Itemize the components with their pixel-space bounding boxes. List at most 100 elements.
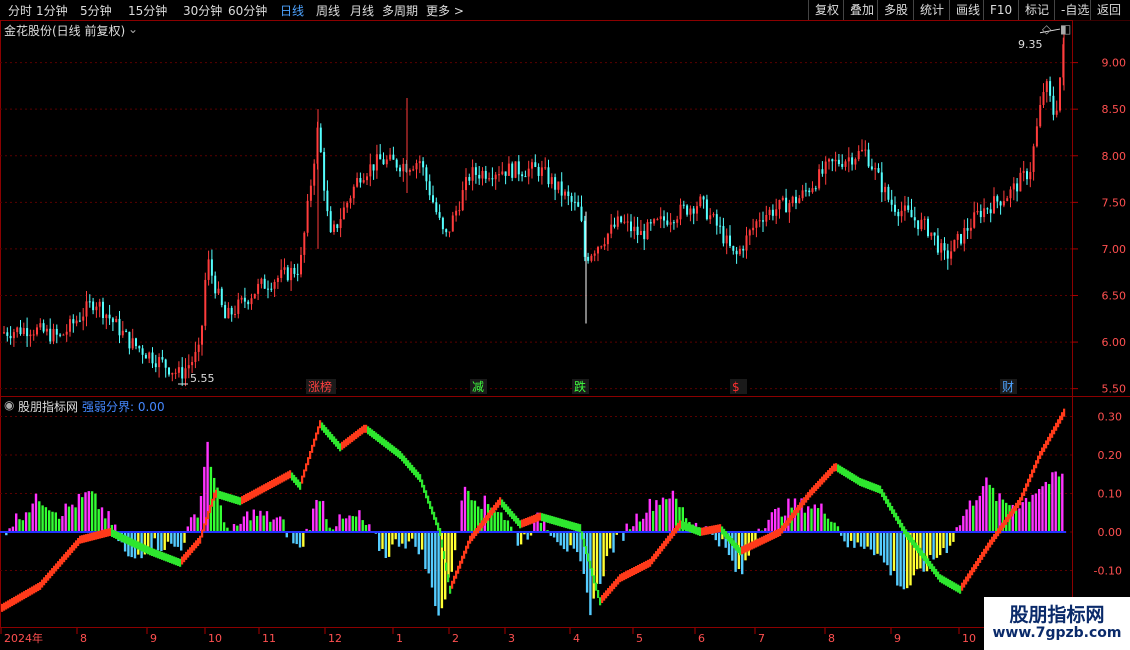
candle-body: [1039, 104, 1042, 127]
indicator-settings-icon[interactable]: ◉: [4, 398, 14, 412]
ribbon-segment: [161, 551, 164, 560]
indicator-bar: [213, 477, 216, 532]
toolbar-button-3[interactable]: 统计: [913, 0, 950, 20]
ribbon-segment: [443, 551, 446, 560]
indicator-bar: [358, 510, 361, 532]
ribbon-segment: [949, 579, 952, 588]
candle-body: [174, 372, 177, 374]
ribbon-segment: [687, 523, 690, 532]
candle-body: [778, 199, 781, 210]
period-tab-1[interactable]: 1分钟: [36, 2, 68, 19]
period-tab-5[interactable]: 60分钟: [228, 2, 267, 19]
ribbon-segment: [377, 434, 380, 443]
candle-body: [451, 215, 454, 232]
toolbar-button-6[interactable]: 标记: [1018, 0, 1055, 20]
event-tag: 减: [472, 380, 484, 394]
ribbon-segment: [777, 528, 780, 537]
indicator-bar: [820, 503, 823, 532]
candle-body: [329, 211, 332, 232]
indicator-bar: [84, 492, 87, 532]
ribbon-segment: [619, 574, 622, 583]
indicator-bar: [315, 499, 318, 532]
candle-body: [141, 348, 144, 355]
toolbar-button-4[interactable]: 画线: [949, 0, 986, 20]
candle-body: [253, 293, 256, 299]
ribbon-segment: [1003, 519, 1006, 528]
period-tab-8[interactable]: 月线: [350, 2, 374, 19]
indicator-bar: [61, 516, 64, 532]
ribbon-segment: [567, 520, 570, 529]
ribbon-segment: [219, 491, 222, 500]
candle-body: [649, 222, 652, 224]
ribbon-segment: [995, 531, 998, 540]
toolbar-button-2[interactable]: 多股: [877, 0, 914, 20]
period-tab-0[interactable]: 分时: [8, 2, 32, 19]
indicator-bar: [391, 532, 394, 545]
indicator-bar: [879, 532, 882, 556]
indicator-bar: [717, 532, 721, 547]
ribbon-segment: [367, 426, 370, 435]
indicator-bar: [361, 520, 364, 532]
candle-body: [534, 162, 537, 167]
candle-body: [323, 152, 326, 191]
ribbon-segment: [415, 469, 418, 478]
chevron-down-icon[interactable]: ⌄: [128, 22, 138, 36]
candle-body: [336, 224, 339, 229]
ribbon-segment: [1013, 505, 1016, 514]
candle-body: [237, 299, 240, 314]
indicator-bar: [81, 497, 84, 532]
period-tab-6[interactable]: 日线: [280, 2, 304, 19]
candle-body: [39, 323, 42, 328]
candle-body: [1052, 95, 1055, 115]
period-tab-9[interactable]: 多周期: [382, 2, 418, 19]
ribbon-segment: [431, 506, 434, 515]
ribbon-segment: [349, 435, 352, 444]
ribbon-segment: [527, 517, 530, 526]
candle-body: [263, 278, 266, 289]
ribbon-segment: [43, 577, 46, 586]
diamond-icon[interactable]: ◇: [1042, 22, 1051, 36]
period-tab-10[interactable]: 更多 >: [426, 2, 464, 19]
ribbon-segment: [563, 519, 566, 528]
ribbon-segment: [49, 570, 52, 579]
ribbon-segment: [99, 530, 102, 539]
candle-body: [346, 202, 349, 208]
candle-body: [864, 149, 867, 151]
period-tab-2[interactable]: 5分钟: [80, 2, 112, 19]
candle-body: [98, 301, 101, 307]
period-tab-3[interactable]: 15分钟: [128, 2, 167, 19]
ribbon-segment: [715, 524, 718, 533]
ribbon-segment: [211, 498, 214, 507]
candle-body: [738, 248, 741, 255]
candle-body: [286, 267, 289, 281]
ribbon-segment: [611, 583, 614, 592]
ribbon-segment: [73, 542, 76, 551]
ribbon-segment: [499, 497, 502, 506]
ribbon-segment: [727, 533, 730, 542]
ribbon-segment: [3, 602, 6, 611]
toolbar-button-1[interactable]: 叠加: [843, 0, 880, 20]
panel-toggle-icon[interactable]: ◧: [1060, 22, 1071, 36]
indicator-bar: [242, 516, 246, 532]
candle-body: [745, 235, 748, 251]
ribbon-segment: [977, 558, 980, 567]
ribbon-segment: [723, 528, 726, 537]
x-axis-label: 2024年: [4, 631, 43, 645]
period-tab-7[interactable]: 周线: [316, 2, 340, 19]
toolbar-button-5[interactable]: F10: [983, 0, 1018, 20]
toolbar-button-0[interactable]: 复权: [808, 0, 845, 20]
ribbon-segment: [1045, 440, 1048, 449]
toolbar-button-8[interactable]: 返回: [1090, 0, 1127, 20]
ribbon-segment: [885, 495, 888, 504]
ribbon-segment: [903, 526, 906, 535]
candle-body: [362, 180, 365, 183]
ribbon-segment: [465, 545, 468, 554]
ribbon-segment: [213, 492, 216, 501]
period-tab-4[interactable]: 30分钟: [183, 2, 222, 19]
ribbon-segment: [861, 478, 864, 487]
candle-body: [494, 174, 497, 180]
event-tag: 涨榜: [308, 379, 332, 394]
candle-body: [847, 157, 850, 162]
ribbon-segment: [713, 525, 716, 534]
candle-body: [653, 219, 656, 224]
